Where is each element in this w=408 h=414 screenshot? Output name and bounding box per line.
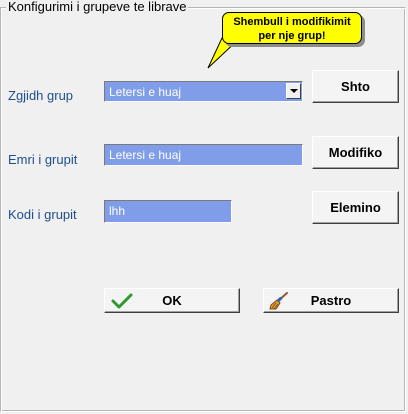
group-name-field[interactable]: Letersi e huaj	[104, 144, 303, 166]
clear-button[interactable]: Pastro	[263, 288, 399, 313]
tooltip: Shembull i modifikimit per nje grup!	[222, 12, 362, 44]
group-code-field[interactable]: lhh	[104, 200, 232, 223]
modify-button-label: Modifiko	[328, 145, 383, 160]
chevron-down-icon[interactable]	[286, 83, 301, 99]
group-select-value: Letersi e huaj	[109, 85, 182, 99]
add-button-label: Shto	[341, 79, 370, 94]
broom-icon	[269, 292, 288, 310]
select-group-label: Zgjidh grup	[8, 88, 74, 103]
group-code-value: lhh	[109, 204, 126, 218]
group-select[interactable]: Letersi e huaj	[104, 81, 303, 102]
modify-button[interactable]: Modifiko	[312, 136, 399, 169]
delete-button-label: Elemino	[330, 200, 381, 215]
ok-button[interactable]: OK	[104, 288, 240, 313]
tooltip-line-1: Shembull i modifikimit	[233, 16, 351, 28]
checkmark-icon	[111, 293, 133, 309]
group-title: Konfigurimi i grupeve te librave	[6, 0, 189, 14]
delete-button[interactable]: Elemino	[312, 191, 399, 224]
group-name-label: Emri i grupit	[8, 152, 78, 167]
add-button[interactable]: Shto	[312, 70, 399, 103]
group-code-label: Kodi i grupit	[8, 207, 77, 222]
tooltip-line-2: per nje grup!	[258, 30, 326, 42]
group-name-value: Letersi e huaj	[109, 148, 182, 162]
